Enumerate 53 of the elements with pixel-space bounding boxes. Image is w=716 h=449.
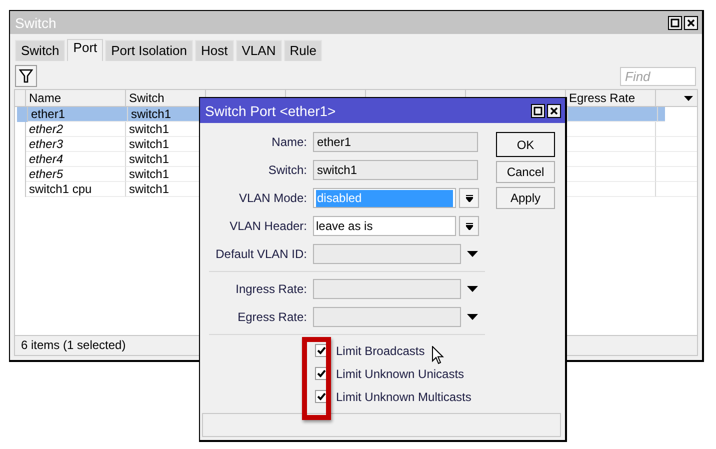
close-icon[interactable]	[684, 16, 698, 30]
close-icon[interactable]	[547, 104, 561, 118]
table-cell[interactable]: ether3	[26, 137, 126, 152]
maximize-icon[interactable]	[668, 16, 682, 30]
dropdown-button[interactable]	[459, 216, 479, 236]
table-cell[interactable]: switch1 cpu	[26, 182, 126, 197]
tab[interactable]: Host	[195, 40, 234, 61]
dropdown-icon[interactable]	[467, 286, 478, 292]
tab[interactable]: Port	[67, 39, 104, 61]
tab[interactable]: VLAN	[236, 40, 282, 61]
arrow-down-icon[interactable]	[466, 222, 472, 230]
text-field[interactable]: ether1	[313, 132, 478, 152]
dialog-button[interactable]: Cancel	[496, 161, 555, 183]
arrow-down-icon[interactable]	[466, 194, 472, 202]
tab[interactable]: Port Isolation	[105, 40, 194, 61]
dialog-title: Switch Port <ether1>	[205, 102, 336, 118]
window-title: Switch	[15, 14, 56, 30]
search-field[interactable]: Find	[620, 66, 696, 86]
dropdown-icon[interactable]	[467, 251, 478, 257]
field-label: VLAN Mode:	[238, 191, 308, 205]
dropdown-button[interactable]	[459, 188, 479, 208]
cursor-icon	[432, 346, 444, 365]
checkbox-label: Limit Broadcasts	[336, 344, 425, 358]
field-label: Switch:	[267, 163, 308, 177]
field-label: Default VLAN ID:	[214, 247, 308, 261]
filter-button[interactable]	[15, 65, 37, 87]
filter-icon[interactable]	[19, 68, 33, 84]
text-field[interactable]: switch1	[313, 160, 478, 180]
input-field[interactable]	[313, 307, 461, 327]
table-cell[interactable]: ether4	[26, 152, 126, 167]
checkbox[interactable]	[315, 390, 328, 403]
input-field[interactable]	[313, 244, 461, 264]
table-cell[interactable]: ether1	[28, 107, 128, 122]
checkbox-label: Limit Unknown Multicasts	[336, 390, 472, 404]
checkbox-label: Limit Unknown Unicasts	[336, 366, 464, 380]
checkbox[interactable]	[315, 367, 328, 380]
table-cell[interactable]: ether5	[26, 167, 126, 182]
dropdown-icon[interactable]	[684, 96, 693, 100]
field-label: Ingress Rate:	[234, 282, 308, 296]
field-label: VLAN Header:	[228, 219, 308, 233]
dropdown-icon[interactable]	[467, 314, 478, 320]
maximize-icon[interactable]	[531, 104, 545, 118]
dialog-button[interactable]: OK	[496, 132, 555, 157]
column-header[interactable]: Name	[26, 90, 126, 106]
field-label: Egress Rate:	[236, 310, 308, 324]
input-field[interactable]	[313, 279, 461, 299]
table-cell[interactable]: ether2	[26, 122, 126, 137]
dialog-button[interactable]: Apply	[496, 187, 555, 209]
tab[interactable]: Rule	[284, 40, 322, 61]
select-field[interactable]: leave as is	[313, 216, 456, 236]
checkbox[interactable]	[315, 344, 328, 357]
tab[interactable]: Switch	[15, 40, 66, 61]
field-label: Name:	[270, 135, 308, 149]
